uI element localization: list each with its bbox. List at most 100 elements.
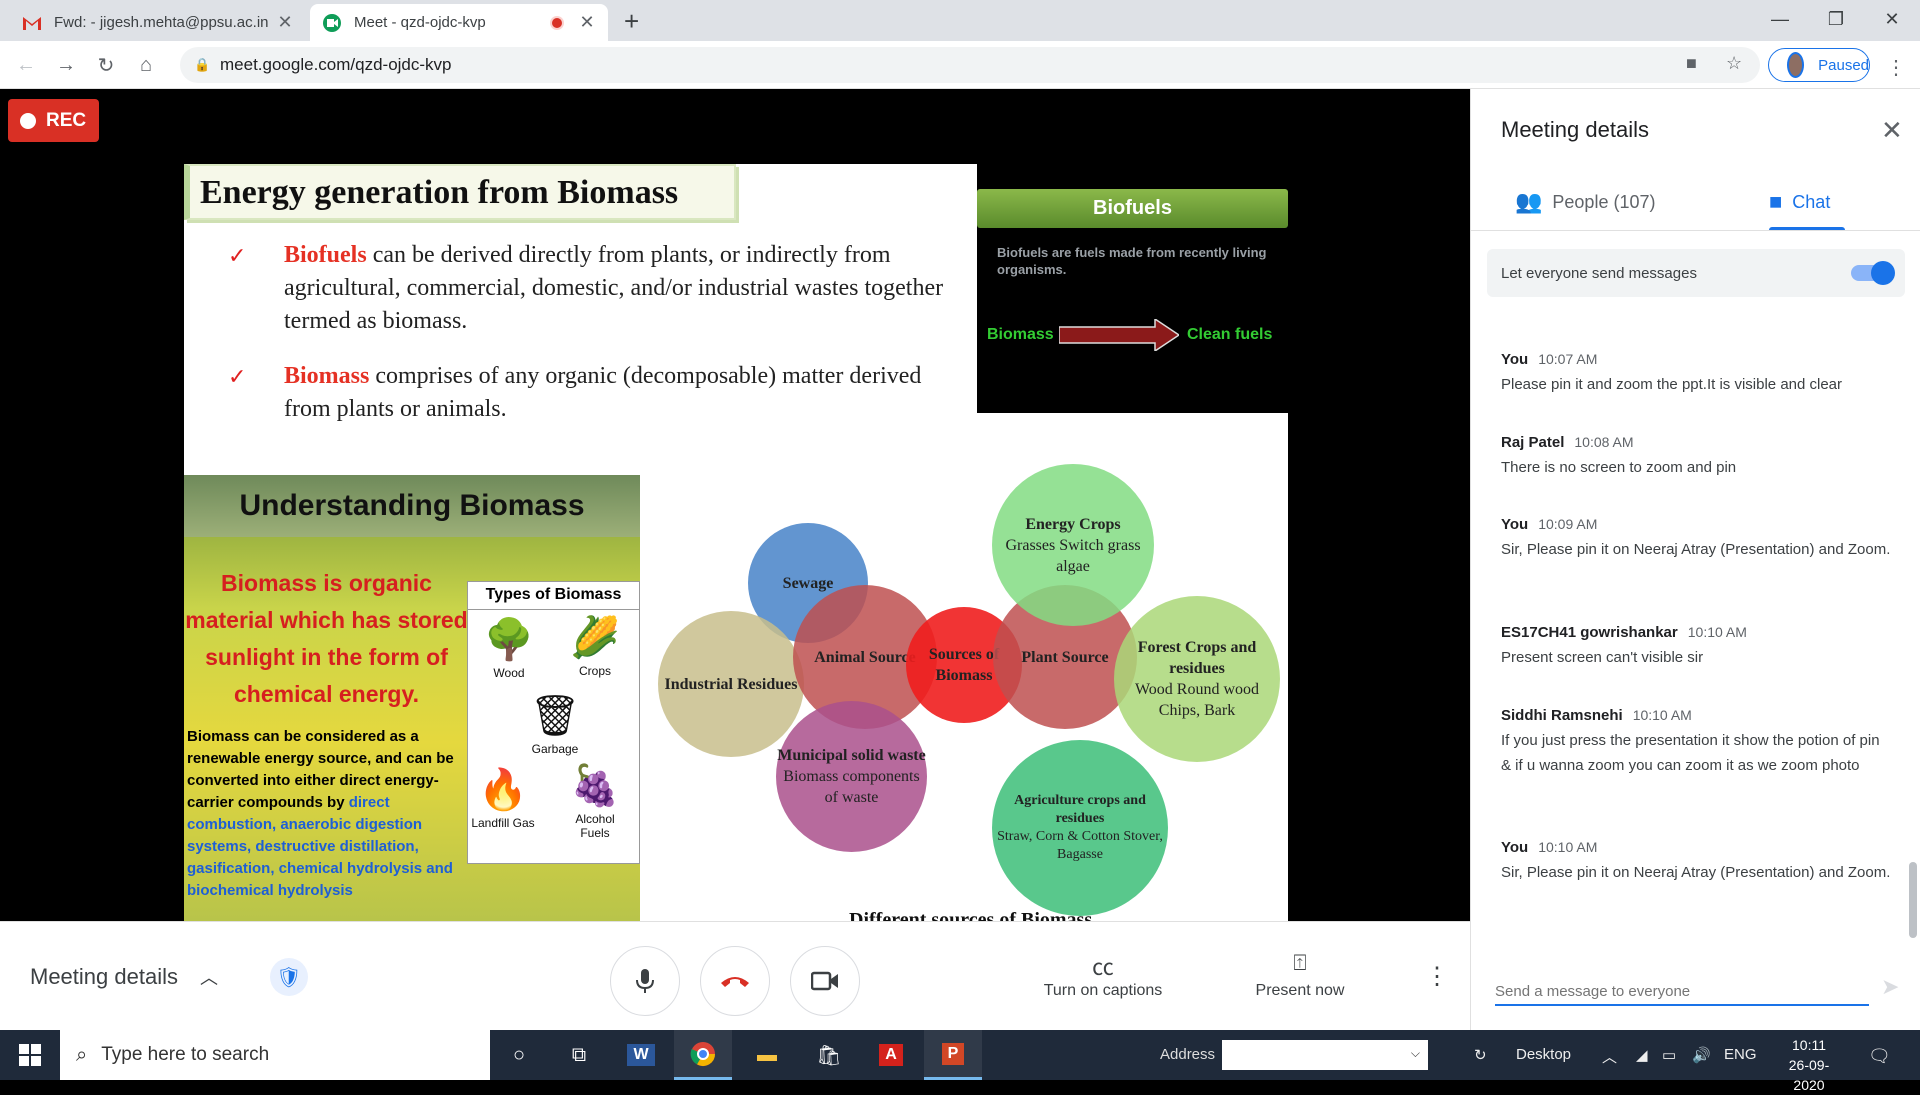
- windows-taskbar: ⌕ Type here to search ○ ⧉ W ▬ 🛍 A P Addr…: [0, 1030, 1920, 1093]
- back-button[interactable]: ←: [10, 49, 42, 81]
- leave-call-button[interactable]: [700, 946, 770, 1016]
- microphone-icon: [636, 969, 654, 993]
- meet-controls-bar: Meeting details ︿ 🛡 ㏄ Turn on captions ⍐…: [0, 921, 1470, 1030]
- address-bar[interactable]: 🔒 meet.google.com/qzd-ojdc-kvp: [180, 47, 1760, 83]
- tab-label: Chat: [1792, 191, 1831, 212]
- sender: You: [1501, 839, 1529, 856]
- tab-meet[interactable]: Meet - qzd-ojdc-kvp ✕: [310, 4, 608, 41]
- type-label: Landfill Gas: [471, 816, 535, 830]
- refresh-icon[interactable]: ↻: [1474, 1046, 1487, 1064]
- chat-scrollbar[interactable]: [1909, 862, 1917, 938]
- new-tab-button[interactable]: +: [624, 6, 639, 37]
- type-label: Garbage: [531, 742, 579, 756]
- understanding-small-text: Biomass can be considered as a renewable…: [187, 726, 477, 902]
- chat-icon: ■: [1769, 189, 1783, 214]
- tab-close-icon[interactable]: ✕: [578, 12, 596, 33]
- toggle-label: Let everyone send messages: [1501, 264, 1697, 282]
- cortana-icon[interactable]: ○: [490, 1030, 548, 1080]
- present-label: Present now: [1255, 982, 1345, 999]
- sender: You: [1501, 516, 1529, 533]
- tab-people[interactable]: 👥 People (107): [1515, 189, 1655, 215]
- timestamp: 10:08 AM: [1574, 434, 1634, 450]
- corn-icon: 🌽: [570, 616, 620, 660]
- tab-gmail[interactable]: Fwd: - jigesh.mehta@ppsu.ac.in ✕: [10, 4, 306, 41]
- chat-message-input[interactable]: [1495, 978, 1869, 1006]
- biofuels-panel: Biofuels Biofuels are fuels made from re…: [977, 164, 1288, 413]
- chrome-app-icon[interactable]: [674, 1030, 732, 1080]
- message-text: Please pin it and zoom the ppt.It is vis…: [1501, 376, 1843, 393]
- captions-button[interactable]: ㏄ Turn on captions: [1013, 950, 1193, 1000]
- chevron-up-icon[interactable]: ︿: [200, 964, 218, 990]
- meeting-details-panel: Meeting details ✕ 👥 People (107) ■ Chat …: [1470, 89, 1920, 1030]
- chat-message: ES17CH41 gowrishankar 10:10 AM Present sc…: [1501, 624, 1891, 670]
- tray-overflow-icon[interactable]: ︿: [1602, 1046, 1617, 1067]
- browser-menu-icon[interactable]: ⋮: [1886, 55, 1906, 80]
- circle-sub-label: Straw, Corn & Cotton Stover, Bagasse: [997, 829, 1163, 862]
- clock-time: 10:11: [1792, 1037, 1826, 1053]
- small-text-black: Biomass can be considered as a renewable…: [187, 728, 454, 811]
- close-window-button[interactable]: ✕: [1864, 0, 1920, 38]
- battery-icon[interactable]: ▭: [1662, 1046, 1676, 1064]
- gmail-icon: [22, 13, 42, 33]
- language-indicator[interactable]: ENG: [1724, 1046, 1757, 1063]
- flame-icon: 🔥: [478, 768, 528, 812]
- types-of-biomass-box: Types of Biomass 🌳 Wood 🌽 Crops 🗑 Garbage 🔥…: [467, 581, 640, 864]
- word-app-icon[interactable]: W: [612, 1030, 670, 1080]
- forward-button[interactable]: →: [50, 49, 82, 81]
- taskbar-search[interactable]: ⌕ Type here to search: [60, 1030, 490, 1080]
- rec-label: REC: [46, 109, 87, 131]
- type-alcohol-fuels: 🍇 Alcohol Fuels: [560, 760, 630, 840]
- meeting-details-button[interactable]: Meeting details: [30, 964, 178, 990]
- grapes-icon: 🍇: [570, 764, 620, 808]
- present-now-button[interactable]: ⍐ Present now: [1210, 950, 1390, 1000]
- bookmark-star-icon[interactable]: ☆: [1726, 53, 1742, 74]
- reload-button[interactable]: ↻: [90, 49, 122, 81]
- notifications-icon[interactable]: 🗨: [1868, 1046, 1891, 1067]
- powerpoint-app-icon[interactable]: P: [924, 1030, 982, 1080]
- address-toolbar-input[interactable]: ⌵: [1222, 1040, 1428, 1070]
- timestamp: 10:10 AM: [1538, 839, 1598, 855]
- store-app-icon[interactable]: 🛍: [800, 1030, 858, 1080]
- network-icon[interactable]: ◢: [1636, 1046, 1648, 1064]
- timestamp: 10:07 AM: [1538, 351, 1598, 367]
- circle-label: Agriculture crops and residues: [1014, 793, 1146, 826]
- minimize-button[interactable]: —: [1752, 0, 1808, 38]
- home-button[interactable]: ⌂: [130, 49, 162, 81]
- diagram-caption: Different sources of Biomass: [849, 909, 1093, 921]
- understanding-biomass-panel: Understanding Biomass Biomass is organic…: [184, 475, 640, 921]
- camera-icon[interactable]: ■: [1686, 53, 1697, 74]
- circle-sub-label: Wood Round wood Chips, Bark: [1134, 681, 1260, 719]
- understanding-heading: Understanding Biomass: [184, 475, 640, 537]
- file-explorer-icon[interactable]: ▬: [738, 1030, 796, 1080]
- send-icon[interactable]: ➤: [1881, 974, 1899, 1000]
- let-everyone-send-toggle[interactable]: [1851, 261, 1895, 285]
- profile-button[interactable]: Paused: [1768, 48, 1870, 82]
- sender: ES17CH41 gowrishankar: [1501, 624, 1678, 641]
- slide-title: Energy generation from Biomass: [184, 164, 736, 220]
- circle-label: Animal Source: [814, 648, 916, 666]
- message-text: Sir, Please pin it on Neeraj Atray (Pres…: [1501, 541, 1891, 558]
- restore-button[interactable]: ❐: [1808, 0, 1864, 38]
- start-button[interactable]: [0, 1030, 60, 1080]
- circle-label: Municipal solid waste: [777, 747, 926, 764]
- circle-label: Plant Source: [1021, 648, 1109, 666]
- camera-button[interactable]: [790, 946, 860, 1016]
- microphone-button[interactable]: [610, 946, 680, 1016]
- address-toolbar-label: Address: [1160, 1046, 1216, 1063]
- desktop-toolbar-label[interactable]: Desktop: [1516, 1046, 1571, 1063]
- circle-label: Industrial Residues: [664, 675, 798, 693]
- tab-close-icon[interactable]: ✕: [276, 12, 294, 33]
- more-options-icon[interactable]: ⋮: [1425, 962, 1449, 991]
- host-controls-shield-icon[interactable]: 🛡: [270, 958, 308, 996]
- task-view-icon[interactable]: ⧉: [550, 1030, 608, 1080]
- taskbar-clock[interactable]: 10:11 26-09-2020: [1774, 1035, 1844, 1095]
- timestamp: 10:10 AM: [1687, 624, 1747, 640]
- close-panel-icon[interactable]: ✕: [1881, 115, 1903, 146]
- biofuels-right-label: Clean fuels: [1187, 326, 1273, 343]
- browser-toolbar: ← → ↻ ⌂ 🔒 meet.google.com/qzd-ojdc-kvp ■…: [0, 41, 1920, 89]
- volume-icon[interactable]: 🔊: [1692, 1046, 1711, 1064]
- biofuels-description: Biofuels are fuels made from recently li…: [997, 245, 1267, 277]
- chat-message: Raj Patel 10:08 AM There is no screen to …: [1501, 434, 1891, 480]
- tab-chat[interactable]: ■ Chat: [1769, 189, 1830, 215]
- acrobat-app-icon[interactable]: A: [862, 1030, 920, 1080]
